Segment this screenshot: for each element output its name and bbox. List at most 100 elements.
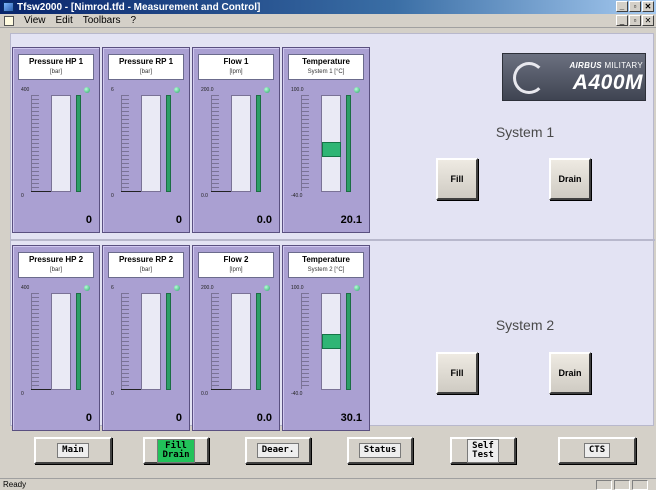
gauge-title: Temperature [302,255,350,264]
nav-drain-label: Drain [162,449,190,460]
gauge-title: Flow 2 [223,255,249,264]
gauge-min-label: 0 [21,391,24,397]
status-led-icon [354,285,360,291]
doc-close-icon[interactable]: ✕ [642,15,654,26]
maximize-icon[interactable]: ▫ [629,1,641,12]
temperature-level-marker [322,334,341,349]
gauge-level-line [31,191,51,192]
temperature-level-marker [322,141,341,157]
menu-toolbars[interactable]: Toolbars [83,15,121,26]
gauge-title-box: Pressure RP 2 [bar] [108,252,184,278]
system-2-gauges: Pressure HP 2 [bar] 400 0 0 Pressure RP … [12,245,370,431]
gauge-title: Flow 1 [223,57,249,66]
gauge-scale [121,293,129,389]
gauge-bar [166,293,171,390]
gauge-level-line [31,389,51,390]
gauge-min-label: -40.0 [291,193,303,199]
gauge-scale [121,95,129,191]
gauge-pressure-rp-2: Pressure RP 2 [bar] 6 0 0 [102,245,190,431]
gauge-unit: [bar] [49,69,62,75]
gauge-scale [211,293,219,389]
doc-minimize-icon[interactable]: _ [616,15,628,26]
gauge-min-label: 0 [21,193,24,199]
gauge-title-box: Pressure HP 2 [bar] [18,252,94,278]
status-text: Ready [3,480,27,489]
gauge-title-box: Temperature System 2 [°C] [288,252,364,278]
gauge-unit: [lpm] [229,69,243,75]
gauge-value: 0 [85,214,92,226]
nav-test-label: Test [472,449,494,460]
title-bar: Tfsw2000 - [Nimrod.tfd - Measurement and… [0,0,656,14]
gauge-track [141,293,161,390]
nav-self-test-button[interactable]: Self Test [450,437,516,464]
gauge-unit: System 1 [°C] [307,69,345,75]
gauge-unit: [lpm] [229,267,243,273]
app-icon [3,2,14,12]
gauge-max-label: 6 [111,87,114,93]
gauge-max-label: 100.0 [291,87,304,93]
system-1-title: System 1 [495,124,555,140]
gauge-level-line [211,389,231,390]
close-icon[interactable]: ✕ [642,1,654,12]
nav-main-label: Main [57,443,89,458]
gauge-value: 20.1 [340,214,362,226]
system-1-fill-button[interactable]: Fill [436,158,478,200]
gauge-value: 0.0 [256,412,272,424]
system-2-fill-button[interactable]: Fill [436,352,478,394]
nav-deaer-button[interactable]: Deaer. [245,437,311,464]
airbus-a400m-logo: AIRBUS MILITARY A400M [502,53,646,101]
menu-help[interactable]: ? [131,15,137,26]
menu-view[interactable]: View [24,15,46,26]
gauge-value: 0 [175,214,182,226]
nav-cts-button[interactable]: CTS [558,437,636,464]
gauge-level-line [121,389,141,390]
gauge-title: Pressure HP 1 [28,57,84,66]
system-1-gauges: Pressure HP 1 [bar] 400 0 0 Pressure RP … [12,47,370,233]
gauge-max-label: 200.0 [201,87,214,93]
gauge-scale [301,95,309,191]
window-title: Tfsw2000 - [Nimrod.tfd - Measurement and… [17,1,261,13]
gauge-title-box: Temperature System 1 [°C] [288,54,364,80]
status-bar: Ready [0,478,656,490]
nav-status-button[interactable]: Status [347,437,413,464]
window-controls: _ ▫ ✕ [616,1,654,12]
system-2-drain-button[interactable]: Drain [549,352,591,394]
minimize-icon[interactable]: _ [616,1,628,12]
nav-self-test-label: Self Test [467,438,499,463]
gauge-unit: [bar] [49,267,62,273]
gauge-bar [346,95,351,192]
gauge-max-label: 6 [111,285,114,291]
nav-fill-drain-label: Fill Drain [157,438,195,463]
nav-deaer-label: Deaer. [256,443,300,458]
status-led-icon [264,285,270,291]
system-1-drain-button[interactable]: Drain [549,158,591,200]
gauge-pressure-hp-2: Pressure HP 2 [bar] 400 0 0 [12,245,100,431]
gauge-bar [76,95,81,192]
gauge-track [51,293,71,390]
menu-edit[interactable]: Edit [56,15,73,26]
gauge-track [231,293,251,390]
status-cell-1 [596,480,612,490]
doc-restore-icon[interactable]: ▫ [629,15,641,26]
nav-fill-drain-button[interactable]: Fill Drain [143,437,209,464]
gauge-scale [301,293,309,389]
gauge-bar [76,293,81,390]
nav-main-button[interactable]: Main [34,437,112,464]
gauge-min-label: 0 [111,391,114,397]
measurement-panel: Pressure HP 1 [bar] 400 0 0 Pressure RP … [10,33,655,431]
status-led-icon [264,87,270,93]
gauge-title-box: Flow 1 [lpm] [198,54,274,80]
gauge-bar [256,293,261,390]
gauge-max-label: 200.0 [201,285,214,291]
gauge-bar [256,95,261,192]
gauge-level-line [121,191,141,192]
gauge-max-label: 100.0 [291,285,304,291]
status-led-icon [84,285,90,291]
gauge-flow-1: Flow 1 [lpm] 200.0 0.0 0.0 [192,47,280,233]
gauge-title: Pressure RP 1 [118,57,174,66]
gauge-temperature-2: Temperature System 2 [°C] 100.0 -40.0 30… [282,245,370,431]
document-window-controls: _ ▫ ✕ [616,15,654,26]
document-icon[interactable] [4,15,14,26]
gauge-value: 0 [175,412,182,424]
gauge-track [141,95,161,192]
